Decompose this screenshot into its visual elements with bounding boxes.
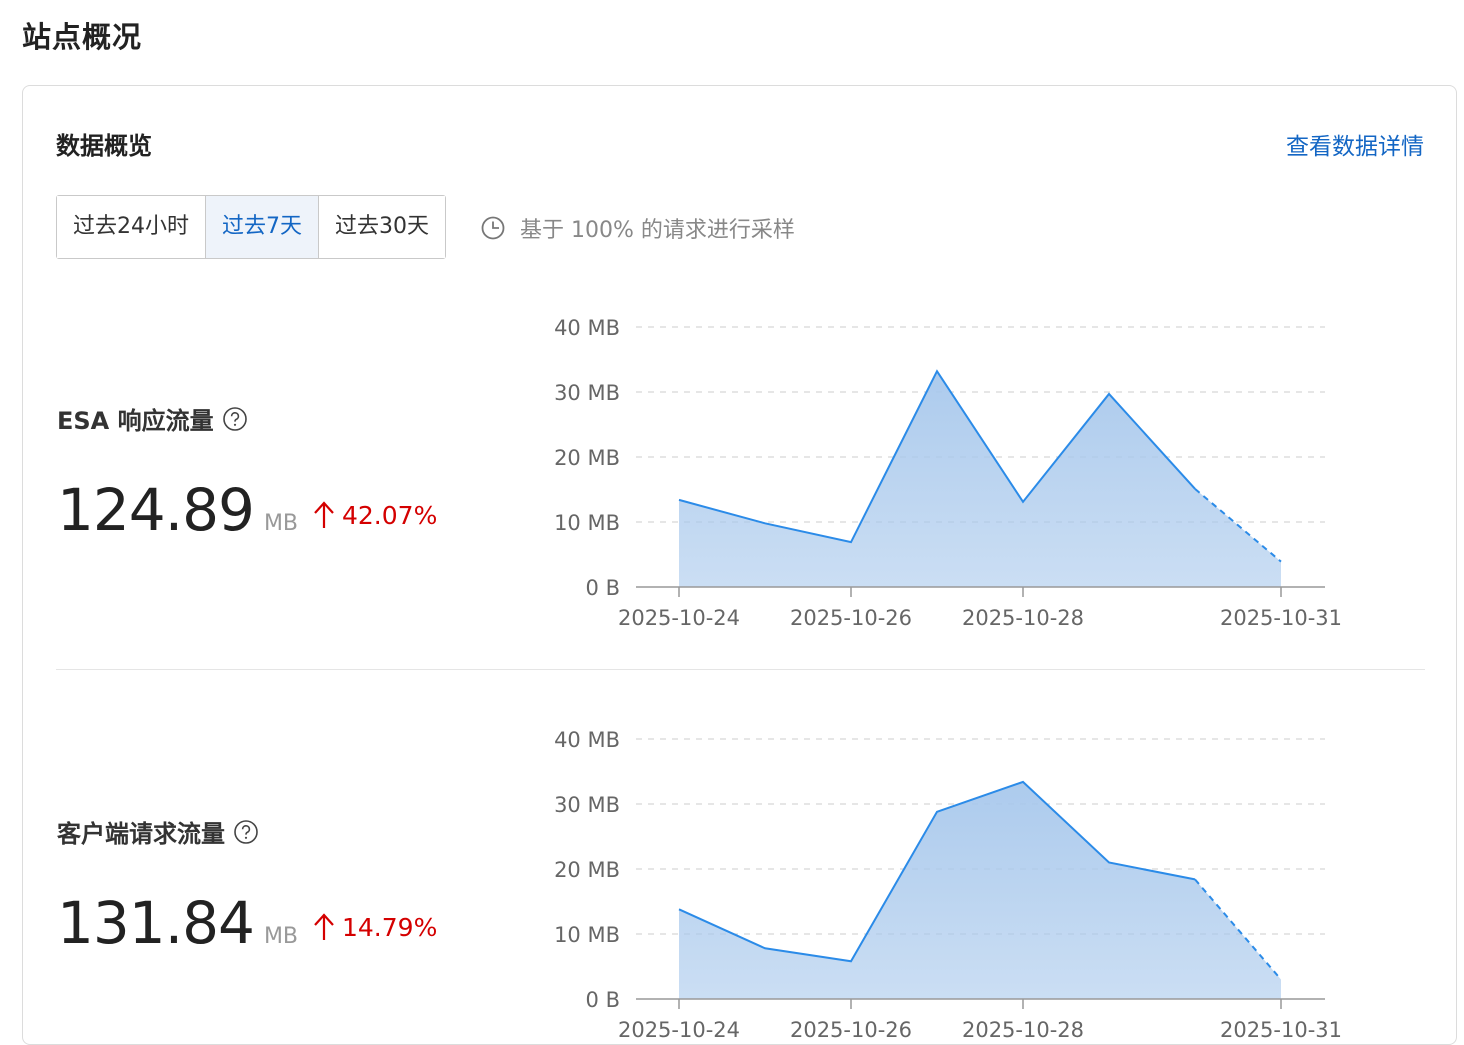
y-tick-label: 10 MB xyxy=(554,511,620,535)
x-tick-label: 2025-10-24 xyxy=(618,606,740,630)
metric-value-client-request: 131.84 MB xyxy=(57,889,298,957)
x-tick-label: 2025-10-28 xyxy=(962,1018,1084,1042)
metric-label-text: ESA 响应流量 xyxy=(57,407,214,435)
section-divider xyxy=(56,669,1425,670)
metric-label-text: 客户端请求流量 xyxy=(57,820,225,848)
area-fill xyxy=(679,781,1281,999)
y-tick-label: 30 MB xyxy=(554,793,620,817)
y-tick-label: 20 MB xyxy=(554,858,620,882)
y-tick-label: 40 MB xyxy=(554,728,620,752)
metric-unit: MB xyxy=(263,924,299,949)
range-30d-button[interactable]: 过去30天 xyxy=(319,196,445,258)
metric-number: 124.89 xyxy=(57,476,255,544)
x-tick-label: 2025-10-28 xyxy=(962,606,1084,630)
help-icon[interactable] xyxy=(233,819,259,845)
metric-number: 131.84 xyxy=(57,889,255,957)
clock-icon xyxy=(481,216,505,240)
help-icon[interactable] xyxy=(222,406,248,432)
sampling-text: 基于 100% 的请求进行采样 xyxy=(520,218,795,243)
y-tick-label: 0 B xyxy=(586,576,620,600)
metric-unit: MB xyxy=(263,511,299,536)
x-tick-label: 2025-10-24 xyxy=(618,1018,740,1042)
esa-response-chart: 0 B 10 MB 20 MB 30 MB 40 MB 2025-10-24 2025-10… xyxy=(554,316,1342,630)
y-tick-label: 0 B xyxy=(586,988,620,1012)
metric-change-value: 42.07% xyxy=(342,500,438,530)
y-tick-label: 40 MB xyxy=(554,316,620,340)
y-tick-label: 30 MB xyxy=(554,381,620,405)
client-request-chart: 0 B 10 MB 20 MB 30 MB 40 MB 2025-10-24 2025-10… xyxy=(554,728,1342,1042)
metric-label-client-request: 客户端请求流量 xyxy=(57,814,259,849)
range-7d-button[interactable]: 过去7天 xyxy=(206,196,319,258)
metric-change-client-request: 14.79% xyxy=(312,912,437,942)
sampling-info: 基于 100% 的请求进行采样 xyxy=(480,212,795,244)
x-tick-label: 2025-10-31 xyxy=(1220,606,1342,630)
metric-change-value: 14.79% xyxy=(342,912,438,942)
y-tick-label: 20 MB xyxy=(554,446,620,470)
arrow-up-icon xyxy=(314,501,334,528)
range-24h-button[interactable]: 过去24小时 xyxy=(57,196,206,258)
metric-label-esa-response: ESA 响应流量 xyxy=(57,401,248,436)
metric-change-esa-response: 42.07% xyxy=(312,500,437,530)
card-title: 数据概览 xyxy=(56,132,152,160)
area-fill xyxy=(679,371,1281,587)
y-tick-label: 10 MB xyxy=(554,923,620,947)
x-tick-label: 2025-10-26 xyxy=(790,1018,912,1042)
x-tick-label: 2025-10-26 xyxy=(790,606,912,630)
arrow-up-icon xyxy=(314,913,334,940)
time-range-selector: 过去24小时 过去7天 过去30天 xyxy=(56,195,446,259)
x-tick-label: 2025-10-31 xyxy=(1220,1018,1342,1042)
metric-value-esa-response: 124.89 MB xyxy=(57,476,298,544)
page-title: 站点概况 xyxy=(22,20,143,54)
view-details-link[interactable]: 查看数据详情 xyxy=(1286,127,1424,161)
